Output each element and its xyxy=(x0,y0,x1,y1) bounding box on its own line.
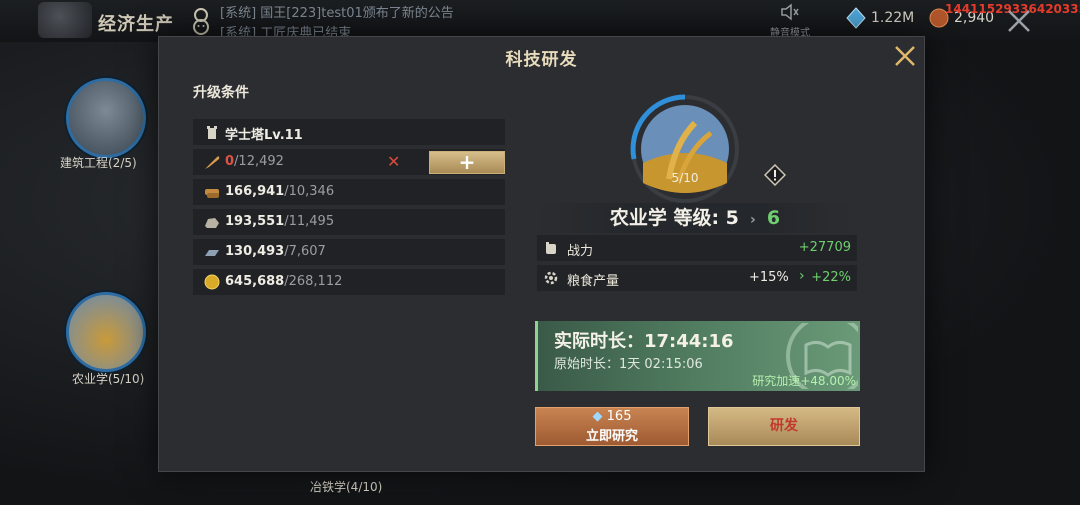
stat-next: +27709 xyxy=(798,240,851,255)
requirement-gold: 645,688/268,112 xyxy=(193,269,505,295)
tower-icon xyxy=(207,126,217,139)
requirement-have: 130,493 xyxy=(225,244,285,259)
requirement-building: 学士塔Lv.11 xyxy=(193,119,505,145)
requirement-need: /268,112 xyxy=(284,274,343,289)
mute-button[interactable]: 静音模式 xyxy=(768,3,812,39)
node-agriculture[interactable] xyxy=(66,292,146,372)
requirement-need: /12,492 xyxy=(234,154,284,169)
actual-time: 实际时长：17:44:16 xyxy=(554,331,734,352)
instant-research-label: 立即研究 xyxy=(585,429,638,444)
requirement-feather: 0/12,492 ✕ + xyxy=(193,149,505,175)
stat-row-food: 粮食产量 +15% › +22% xyxy=(537,265,857,291)
requirements-title: 升级条件 xyxy=(193,85,249,101)
stat-label: 粮食产量 xyxy=(567,274,620,289)
agriculture-tech-icon xyxy=(630,94,739,203)
instant-cost-value: 165 xyxy=(606,409,632,424)
requirement-need: /7,607 xyxy=(284,244,326,259)
requirement-have: 0 xyxy=(225,154,235,169)
speed-bonus: 研究加速+48.00% xyxy=(752,374,856,388)
tech-level-line: 农业学 等级: 5 › 6 xyxy=(535,203,855,233)
tech-research-dialog: 科技研发 升级条件 学士塔Lv.11 0/12,492 ✕ + 166,941/… xyxy=(158,36,925,472)
fist-icon xyxy=(546,242,556,254)
node-iron-label: 冶铁学(4/10) xyxy=(310,480,383,494)
requirement-have: 193,551 xyxy=(225,214,285,229)
diamond-count: 1.22M xyxy=(871,10,915,26)
feather-icon xyxy=(205,156,220,169)
node-building-label: 建筑工程(2/5) xyxy=(60,156,137,170)
close-icon[interactable] xyxy=(892,43,918,69)
stone-icon xyxy=(205,218,219,228)
level-arrow-icon: › xyxy=(750,212,756,228)
stat-label: 战力 xyxy=(567,244,594,259)
requirement-have: 166,941 xyxy=(225,184,285,199)
chef-icon[interactable] xyxy=(188,6,214,36)
original-time: 原始时长：1天 02:15:06 xyxy=(554,357,703,372)
requirement-need: /10,346 xyxy=(284,184,335,199)
wood-icon xyxy=(205,189,219,198)
research-button[interactable]: 研发 xyxy=(708,407,860,446)
requirement-stone: 193,551/11,495 xyxy=(193,209,505,235)
instant-cost: ◆ 165 xyxy=(536,409,688,424)
close-icon[interactable] xyxy=(1004,6,1034,36)
emblem-icon xyxy=(38,2,92,38)
tech-next-level: 6 xyxy=(766,207,781,229)
stat-arrow-icon: › xyxy=(799,268,805,284)
node-agriculture-label: 农业学(5/10) xyxy=(72,372,145,386)
research-time-panel: 实际时长：17:44:16 原始时长：1天 02:15:06 研究加速+48.0… xyxy=(535,321,860,391)
diamond-icon xyxy=(846,7,866,29)
requirement-need: /11,495 xyxy=(284,214,335,229)
stat-next: +22% xyxy=(811,270,851,285)
notice-line-1[interactable]: [系统] 国王[223]test01颁布了新的公告 xyxy=(220,2,454,21)
gold-icon xyxy=(204,274,220,290)
stat-current: +15% xyxy=(749,270,789,285)
requirement-wood: 166,941/10,346 xyxy=(193,179,505,205)
speaker-mute-icon xyxy=(781,3,799,21)
diamond-icon: ◆ xyxy=(592,409,603,424)
requirement-label: 学士塔Lv.11 xyxy=(225,128,303,143)
page-title: 经济生产 xyxy=(98,14,174,35)
tech-name-level: 农业学 等级: 5 xyxy=(609,207,739,229)
dialog-title: 科技研发 xyxy=(505,50,578,70)
insufficient-icon: ✕ xyxy=(387,152,401,171)
node-building[interactable] xyxy=(66,78,146,158)
requirement-iron: 130,493/7,607 xyxy=(193,239,505,265)
tech-progress: 5/10 xyxy=(671,171,699,185)
requirement-have: 645,688 xyxy=(225,274,285,289)
stat-row-power: 战力 +27709 xyxy=(537,235,857,261)
iron-icon xyxy=(205,250,219,256)
add-resource-button[interactable]: + xyxy=(429,151,505,174)
gear-icon xyxy=(544,271,558,285)
instant-research-button[interactable]: ◆ 165 立即研究 xyxy=(535,407,689,446)
info-icon[interactable] xyxy=(764,164,786,186)
